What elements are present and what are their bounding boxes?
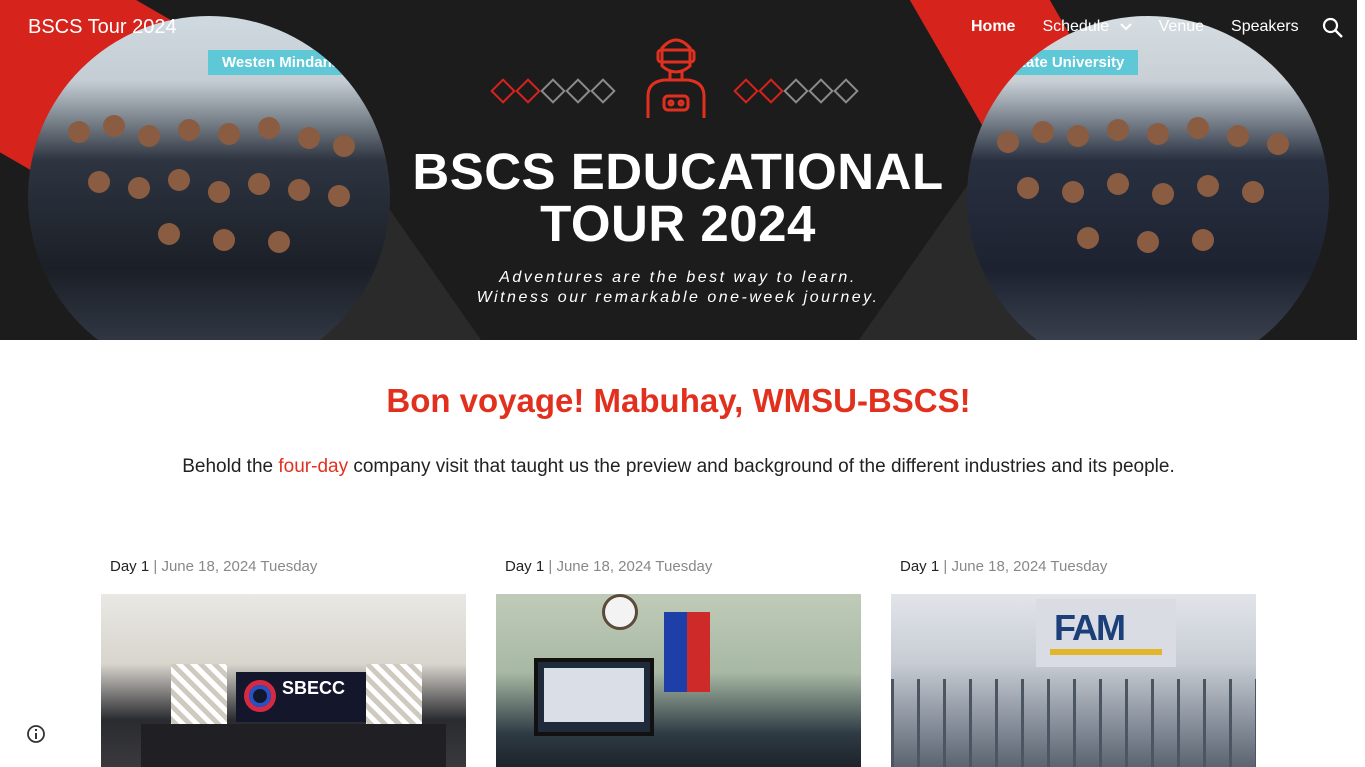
card-separator: | xyxy=(153,558,158,575)
decorative-diamonds xyxy=(733,78,862,104)
nav-item-home[interactable]: Home xyxy=(971,18,1015,36)
card-date: June 18, 2024 Tuesday xyxy=(556,558,713,575)
sbecc-sign-text: SBECC xyxy=(282,678,346,698)
photo-crowd xyxy=(967,111,1329,340)
card-day: Day 1 xyxy=(900,558,940,575)
nav-item-schedule[interactable]: Schedule xyxy=(1042,18,1132,36)
group-photo-right: State University xyxy=(967,16,1329,340)
info-icon[interactable] xyxy=(26,724,46,744)
wall-clock xyxy=(602,594,638,630)
banner-tagline-line: Witness our remarkable one-week journey. xyxy=(476,289,880,306)
presentation-monitor xyxy=(534,658,654,736)
nav-item-speakers[interactable]: Speakers xyxy=(1231,18,1299,36)
card-day: Day 1 xyxy=(505,558,545,575)
chevron-down-icon[interactable] xyxy=(1119,23,1132,31)
banner-tagline-line: Adventures are the best way to learn. xyxy=(499,269,857,286)
day-card[interactable]: Day 1 | June 18, 2024 Tuesday xyxy=(496,558,861,767)
photo-people xyxy=(141,724,446,767)
card-date: June 18, 2024 Tuesday xyxy=(951,558,1108,575)
intro-text: company visit that taught us the preview… xyxy=(348,456,1175,477)
intro-highlight: four-day xyxy=(278,456,349,477)
nav-item-venue[interactable]: Venue xyxy=(1159,18,1204,36)
intro-paragraph: Behold the four-day company visit that t… xyxy=(0,456,1357,478)
card-date-line: Day 1 | June 18, 2024 Tuesday xyxy=(505,558,861,594)
decorative-diamonds xyxy=(490,78,619,104)
fam-logo: FAM xyxy=(1036,599,1176,667)
card-date-line: Day 1 | June 18, 2024 Tuesday xyxy=(900,558,1256,594)
page-headline: Bon voyage! Mabuhay, WMSU-BSCS! xyxy=(386,382,971,419)
banner-title-line: BSCS EDUCATIONAL xyxy=(412,143,944,200)
sbecc-logo-icon xyxy=(244,680,276,712)
site-title-link[interactable]: BSCS Tour 2024 xyxy=(28,16,177,39)
card-separator: | xyxy=(943,558,948,575)
card-image-fam[interactable]: FAM xyxy=(891,594,1256,767)
photo-wall-sign: Westen Mindana xyxy=(208,50,355,75)
banner-tagline: Adventures are the best way to learn. Wi… xyxy=(400,268,956,308)
banner-title: BSCS EDUCATIONAL TOUR 2024 xyxy=(400,146,956,250)
sbecc-sign: SBECC xyxy=(236,672,366,722)
card-date: June 18, 2024 Tuesday xyxy=(161,558,318,575)
day-card[interactable]: Day 1 | June 18, 2024 Tuesday FAM xyxy=(891,558,1256,767)
fam-logo-text: FAM xyxy=(1054,607,1126,648)
search-icon[interactable] xyxy=(1322,17,1344,39)
hero-banner: Westen Mindana State University BSCS EDU… xyxy=(0,0,1357,340)
card-day: Day 1 xyxy=(110,558,150,575)
top-nav: Home Schedule Venue Speakers xyxy=(971,18,1326,36)
card-separator: | xyxy=(548,558,553,575)
vr-headset-person-icon xyxy=(646,38,706,118)
intro-text: Behold the xyxy=(182,456,279,477)
card-date-line: Day 1 | June 18, 2024 Tuesday xyxy=(110,558,466,594)
photo-crowd xyxy=(28,111,390,340)
philippine-flag xyxy=(664,612,710,692)
card-image-office[interactable] xyxy=(496,594,861,767)
photo-wall-sign: State University xyxy=(997,50,1139,75)
card-image-sbecc[interactable]: SBECC xyxy=(101,594,466,767)
nav-item-label: Schedule xyxy=(1042,18,1110,35)
day-card[interactable]: Day 1 | June 18, 2024 Tuesday SBECC xyxy=(101,558,466,767)
banner-title-line: TOUR 2024 xyxy=(540,195,816,252)
warehouse-roof xyxy=(891,679,1256,767)
